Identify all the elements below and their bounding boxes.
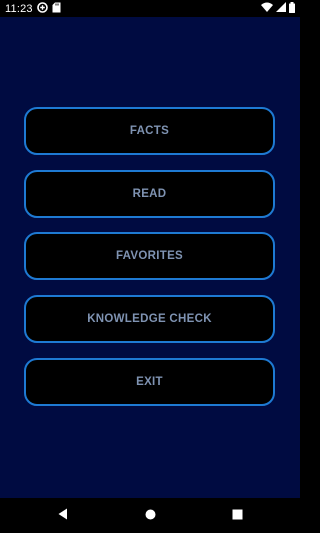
favorites-button[interactable]: FAVORITES — [24, 232, 275, 280]
read-button[interactable]: READ — [24, 170, 275, 218]
wifi-icon — [261, 2, 273, 15]
signal-icon — [276, 2, 286, 15]
status-time: 11:23 — [5, 2, 33, 15]
battery-icon — [289, 1, 295, 16]
data-saver-icon — [36, 1, 48, 16]
knowledge-check-button[interactable]: KNOWLEDGE CHECK — [24, 295, 275, 343]
status-bar: 11:23 — [0, 0, 300, 17]
home-button[interactable] — [135, 498, 165, 533]
facts-button[interactable]: FACTS — [24, 107, 275, 155]
exit-button[interactable]: EXIT — [24, 358, 275, 406]
home-icon — [145, 507, 156, 525]
recents-icon — [232, 507, 243, 525]
back-button[interactable] — [48, 498, 78, 533]
sd-card-icon — [52, 2, 61, 16]
main-menu-screen: FACTS READ FAVORITES KNOWLEDGE CHECK EXI… — [0, 17, 300, 498]
recents-button[interactable] — [222, 498, 252, 533]
navigation-bar — [0, 498, 300, 533]
back-icon — [58, 507, 68, 525]
